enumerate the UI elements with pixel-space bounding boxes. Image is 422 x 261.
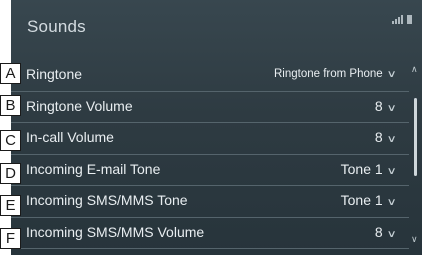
list-item-value: Ringtone from Phone	[273, 68, 383, 80]
list-item-label: In-call Volume	[26, 129, 114, 145]
list-item-sms-volume[interactable]: Incoming SMS/MMS Volume 8 ∨	[11, 218, 409, 249]
list-item-label: Ringtone Volume	[26, 97, 133, 114]
status-icons	[392, 15, 412, 24]
list-item-email-tone[interactable]: Incoming E-mail Tone Tone 1 ∨	[11, 155, 409, 186]
ringtone-value[interactable]: Ringtone from Phone ∨	[273, 68, 397, 80]
callout-d: D	[0, 163, 21, 184]
list-item-value: 8	[374, 223, 383, 240]
list-item-sms-tone[interactable]: Incoming SMS/MMS Tone Tone 1 ∨	[11, 186, 409, 218]
list-item-ringtone-volume[interactable]: Ringtone Volume 8 ∨	[11, 92, 409, 123]
chevron-down-icon: ∨	[386, 197, 397, 208]
list-item-value: Tone 1	[340, 192, 383, 208]
list-item-label: Incoming SMS/MMS Tone	[26, 192, 188, 208]
chevron-down-icon: ∨	[386, 102, 397, 114]
chevron-down-icon: ∨	[386, 69, 397, 80]
list-item-value: 8	[374, 129, 383, 145]
in-call-volume-value[interactable]: 8 ∨	[374, 129, 397, 145]
scrollbar[interactable]: ∧ ∨	[411, 64, 418, 246]
callout-a: A	[0, 63, 21, 84]
scroll-up-icon[interactable]: ∧	[411, 64, 418, 75]
chevron-down-icon: ∨	[386, 134, 397, 145]
list-item-label: Ringtone	[26, 66, 83, 82]
sms-volume-value[interactable]: 8 ∨	[374, 223, 397, 240]
callout-f: F	[0, 228, 21, 249]
list-item-in-call-volume[interactable]: In-call Volume 8 ∨	[11, 123, 409, 155]
callout-c: C	[0, 130, 21, 151]
list-item-value: 8	[374, 97, 383, 114]
list-item-label: Incoming SMS/MMS Volume	[26, 223, 205, 240]
callout-b: B	[0, 95, 21, 116]
scroll-thumb[interactable]	[414, 98, 417, 176]
list-item-ringtone[interactable]: Ringtone Ringtone from Phone ∨	[11, 60, 409, 92]
page-title: Sounds	[27, 17, 86, 36]
list-item-value: Tone 1	[340, 160, 383, 177]
chevron-down-icon: ∨	[386, 165, 397, 177]
list-item-label: Incoming E-mail Tone	[26, 160, 161, 177]
ringtone-volume-value[interactable]: 8 ∨	[374, 97, 397, 114]
signal-strength-icon	[392, 15, 403, 24]
callout-e: E	[0, 195, 21, 216]
sms-tone-value[interactable]: Tone 1 ∨	[340, 192, 397, 208]
chevron-down-icon: ∨	[386, 228, 397, 240]
scroll-down-icon[interactable]: ∨	[411, 234, 418, 245]
email-tone-value[interactable]: Tone 1 ∨	[340, 160, 397, 177]
sounds-screen: Sounds Ringtone Ringtone from Phone ∨ Rin…	[11, 0, 422, 255]
battery-icon	[407, 15, 412, 24]
settings-list: Ringtone Ringtone from Phone ∨ Ringtone V…	[11, 60, 409, 249]
